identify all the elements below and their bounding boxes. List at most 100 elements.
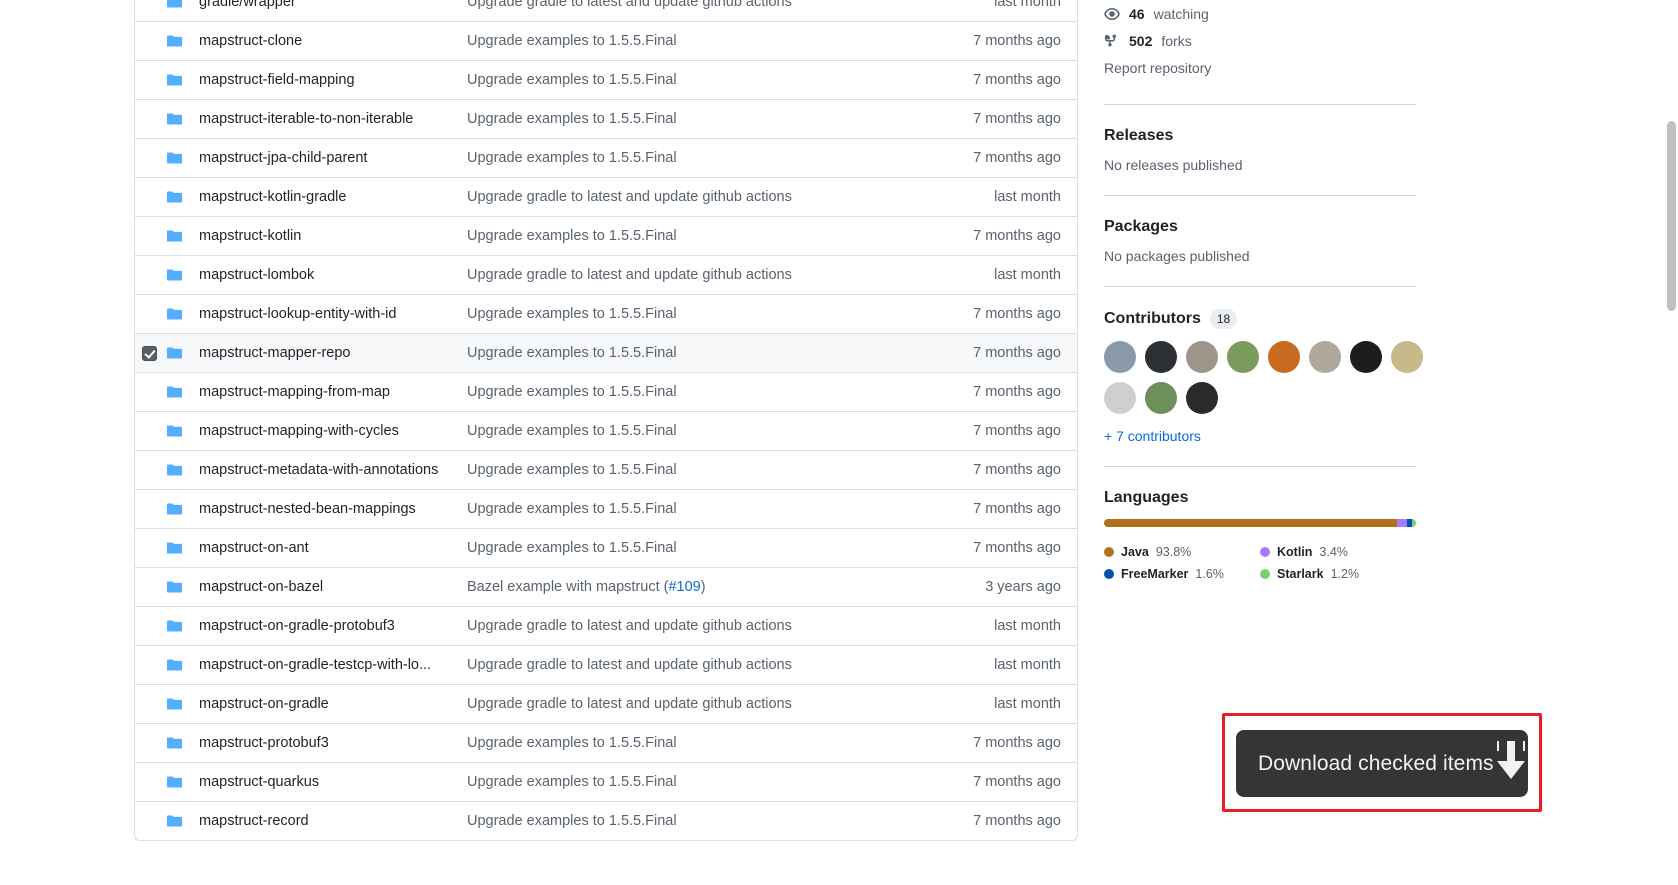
- commit-message[interactable]: Upgrade examples to 1.5.5.Final: [463, 462, 941, 478]
- commit-message[interactable]: Upgrade gradle to latest and update gith…: [463, 267, 941, 283]
- commit-message[interactable]: Upgrade examples to 1.5.5.Final: [463, 384, 941, 400]
- language-legend-item[interactable]: Starlark 1.2%: [1260, 563, 1416, 585]
- row-checkbox-cell[interactable]: [135, 814, 163, 829]
- row-checkbox-cell[interactable]: [135, 580, 163, 595]
- avatar[interactable]: [1186, 341, 1218, 373]
- watchers-stat[interactable]: 46 watching: [1104, 0, 1434, 27]
- row-checkbox-cell[interactable]: [135, 697, 163, 712]
- row-checkbox-cell[interactable]: [135, 112, 163, 127]
- commit-message[interactable]: Upgrade examples to 1.5.5.Final: [463, 111, 941, 127]
- file-name-link[interactable]: mapstruct-on-gradle-protobuf3: [193, 618, 463, 634]
- row-checkbox-cell[interactable]: [135, 385, 163, 400]
- file-name-link[interactable]: mapstruct-jpa-child-parent: [193, 150, 463, 166]
- download-checked-items-button[interactable]: Download checked items: [1236, 730, 1528, 797]
- language-legend-item[interactable]: Java 93.8%: [1104, 541, 1260, 563]
- avatar[interactable]: [1350, 341, 1382, 373]
- table-row[interactable]: mapstruct-field-mapping Upgrade examples …: [135, 60, 1077, 99]
- row-checkbox-cell[interactable]: [135, 541, 163, 556]
- avatar[interactable]: [1104, 382, 1136, 414]
- file-name-link[interactable]: mapstruct-on-ant: [193, 540, 463, 556]
- file-name-link[interactable]: mapstruct-clone: [193, 33, 463, 49]
- table-row[interactable]: mapstruct-nested-bean-mappings Upgrade ex…: [135, 489, 1077, 528]
- report-repository-link[interactable]: Report repository: [1104, 54, 1434, 82]
- file-name-link[interactable]: mapstruct-iterable-to-non-iterable: [193, 111, 463, 127]
- row-checkbox-cell[interactable]: [135, 307, 163, 322]
- file-name-link[interactable]: mapstruct-record: [193, 813, 463, 829]
- row-checkbox-cell[interactable]: [135, 151, 163, 166]
- row-checkbox-cell[interactable]: [135, 775, 163, 790]
- more-contributors-link[interactable]: + 7 contributors: [1104, 428, 1434, 444]
- table-row[interactable]: mapstruct-on-gradle-testcp-with-lo... Upg…: [135, 645, 1077, 684]
- row-checkbox-cell[interactable]: [135, 268, 163, 283]
- commit-message[interactable]: Upgrade examples to 1.5.5.Final: [463, 540, 941, 556]
- table-row[interactable]: mapstruct-mapping-with-cycles Upgrade exa…: [135, 411, 1077, 450]
- row-checkbox-cell[interactable]: [135, 658, 163, 673]
- commit-message[interactable]: Upgrade examples to 1.5.5.Final: [463, 735, 941, 751]
- avatar[interactable]: [1186, 382, 1218, 414]
- row-checkbox-cell[interactable]: [135, 619, 163, 634]
- table-row[interactable]: mapstruct-quarkus Upgrade examples to 1.5…: [135, 762, 1077, 801]
- commit-message[interactable]: Bazel example with mapstruct (#109): [463, 579, 941, 595]
- commit-message[interactable]: Upgrade gradle to latest and update gith…: [463, 0, 941, 10]
- table-row[interactable]: mapstruct-clone Upgrade examples to 1.5.5…: [135, 21, 1077, 60]
- commit-message[interactable]: Upgrade examples to 1.5.5.Final: [463, 813, 941, 829]
- commit-message[interactable]: Upgrade examples to 1.5.5.Final: [463, 306, 941, 322]
- row-checkbox-cell[interactable]: [135, 463, 163, 478]
- file-name-link[interactable]: mapstruct-metadata-with-annotations: [193, 462, 463, 478]
- language-legend-item[interactable]: Kotlin 3.4%: [1260, 541, 1416, 563]
- file-name-link[interactable]: gradle/wrapper: [193, 0, 463, 10]
- table-row[interactable]: mapstruct-metadata-with-annotations Upgra…: [135, 450, 1077, 489]
- page-scrollbar-track[interactable]: [1664, 0, 1678, 885]
- avatar[interactable]: [1227, 341, 1259, 373]
- row-checkbox-cell[interactable]: [135, 73, 163, 88]
- commit-message[interactable]: Upgrade examples to 1.5.5.Final: [463, 33, 941, 49]
- table-row[interactable]: gradle/wrapper Upgrade gradle to latest a…: [135, 0, 1077, 21]
- table-row[interactable]: mapstruct-protobuf3 Upgrade examples to 1…: [135, 723, 1077, 762]
- file-name-link[interactable]: mapstruct-mapping-with-cycles: [193, 423, 463, 439]
- file-name-link[interactable]: mapstruct-on-gradle-testcp-with-lo...: [193, 657, 463, 673]
- avatar[interactable]: [1145, 382, 1177, 414]
- file-name-link[interactable]: mapstruct-quarkus: [193, 774, 463, 790]
- row-checkbox-cell[interactable]: [135, 34, 163, 49]
- row-checkbox-cell[interactable]: [135, 190, 163, 205]
- file-name-link[interactable]: mapstruct-lookup-entity-with-id: [193, 306, 463, 322]
- file-name-link[interactable]: mapstruct-field-mapping: [193, 72, 463, 88]
- table-row[interactable]: mapstruct-on-bazel Bazel example with map…: [135, 567, 1077, 606]
- avatar[interactable]: [1145, 341, 1177, 373]
- file-name-link[interactable]: mapstruct-on-bazel: [193, 579, 463, 595]
- row-checkbox-cell[interactable]: [135, 229, 163, 244]
- commit-message[interactable]: Upgrade examples to 1.5.5.Final: [463, 423, 941, 439]
- file-name-link[interactable]: mapstruct-mapper-repo: [193, 345, 463, 361]
- table-row[interactable]: mapstruct-kotlin Upgrade examples to 1.5.…: [135, 216, 1077, 255]
- commit-message[interactable]: Upgrade gradle to latest and update gith…: [463, 696, 941, 712]
- commit-message[interactable]: Upgrade gradle to latest and update gith…: [463, 618, 941, 634]
- table-row[interactable]: mapstruct-iterable-to-non-iterable Upgrad…: [135, 99, 1077, 138]
- file-name-link[interactable]: mapstruct-on-gradle: [193, 696, 463, 712]
- commit-message[interactable]: Upgrade examples to 1.5.5.Final: [463, 72, 941, 88]
- table-row[interactable]: mapstruct-on-ant Upgrade examples to 1.5.…: [135, 528, 1077, 567]
- table-row[interactable]: mapstruct-lookup-entity-with-id Upgrade e…: [135, 294, 1077, 333]
- avatar[interactable]: [1268, 341, 1300, 373]
- row-checkbox-cell[interactable]: [135, 424, 163, 439]
- row-checkbox-cell[interactable]: [135, 502, 163, 517]
- commit-message[interactable]: Upgrade examples to 1.5.5.Final: [463, 774, 941, 790]
- commit-message[interactable]: Upgrade examples to 1.5.5.Final: [463, 345, 941, 361]
- commit-message[interactable]: Upgrade gradle to latest and update gith…: [463, 189, 941, 205]
- table-row[interactable]: mapstruct-on-gradle Upgrade gradle to lat…: [135, 684, 1077, 723]
- table-row[interactable]: mapstruct-on-gradle-protobuf3 Upgrade gra…: [135, 606, 1077, 645]
- file-name-link[interactable]: mapstruct-mapping-from-map: [193, 384, 463, 400]
- file-name-link[interactable]: mapstruct-kotlin: [193, 228, 463, 244]
- forks-stat[interactable]: 502 forks: [1104, 27, 1434, 54]
- pull-request-link[interactable]: #109: [668, 579, 700, 595]
- row-checkbox-cell[interactable]: [135, 345, 163, 361]
- commit-message[interactable]: Upgrade examples to 1.5.5.Final: [463, 228, 941, 244]
- table-row[interactable]: mapstruct-lombok Upgrade gradle to latest…: [135, 255, 1077, 294]
- table-row[interactable]: mapstruct-mapper-repo Upgrade examples to…: [135, 333, 1077, 372]
- page-scrollbar-thumb[interactable]: [1667, 121, 1676, 311]
- file-name-link[interactable]: mapstruct-kotlin-gradle: [193, 189, 463, 205]
- row-checkbox-cell[interactable]: [135, 736, 163, 751]
- table-row[interactable]: mapstruct-mapping-from-map Upgrade exampl…: [135, 372, 1077, 411]
- commit-message[interactable]: Upgrade gradle to latest and update gith…: [463, 657, 941, 673]
- file-name-link[interactable]: mapstruct-protobuf3: [193, 735, 463, 751]
- checkbox-checked[interactable]: [141, 345, 157, 361]
